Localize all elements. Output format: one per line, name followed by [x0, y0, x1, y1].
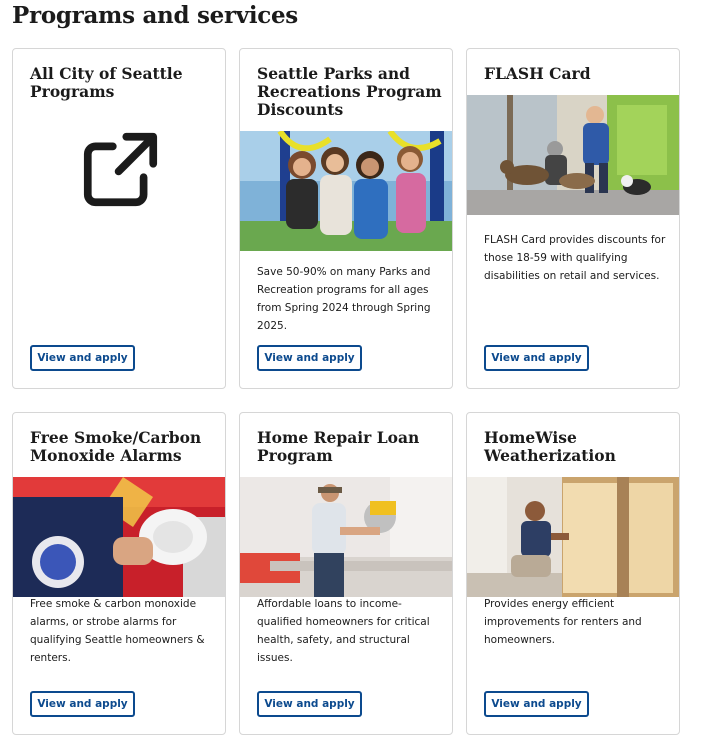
card-description: Provides energy efficient improvements f…: [484, 598, 642, 646]
view-and-apply-button[interactable]: View and apply: [484, 691, 589, 717]
view-and-apply-button[interactable]: View and apply: [30, 691, 135, 717]
card-description: Affordable loans to income-qualified hom…: [257, 598, 430, 664]
view-and-apply-button[interactable]: View and apply: [484, 345, 589, 371]
page-title: Programs and services: [12, 2, 298, 29]
firefighter-holding-alarm-photo: [13, 477, 225, 597]
external-link-icon: [83, 132, 158, 207]
card-title: HomeWise Weatherization: [484, 428, 616, 465]
card-flash-card[interactable]: FLASH Card FLASH Card provides discounts…: [466, 48, 680, 389]
view-and-apply-button[interactable]: View and apply: [30, 345, 135, 371]
card-description: Save 50-90% on many Parks and Recreation…: [257, 266, 431, 332]
man-using-saw-photo: [240, 477, 452, 597]
card-description: Free smoke & carbon monoxide alarms, or …: [30, 598, 205, 664]
card-smoke-alarms[interactable]: Free Smoke/Carbon Monoxide Alarms Free s…: [12, 412, 226, 735]
card-homewise-weatherization[interactable]: HomeWise Weatherization Provides energy …: [466, 412, 680, 735]
card-title: Free Smoke/Carbon Monoxide Alarms: [30, 428, 202, 465]
people-with-dogs-photo: [467, 95, 679, 215]
view-and-apply-button[interactable]: View and apply: [257, 691, 362, 717]
card-title: Seattle Parks and Recreations Program Di…: [257, 64, 442, 119]
card-title: All City of Seattle Programs: [30, 64, 183, 101]
card-description: FLASH Card provides discounts for those …: [484, 234, 666, 282]
view-and-apply-button[interactable]: View and apply: [257, 345, 362, 371]
children-on-playground-photo: [240, 131, 452, 251]
woman-installing-insulation-photo: [467, 477, 679, 597]
card-title: Home Repair Loan Program: [257, 428, 420, 465]
card-title: FLASH Card: [484, 64, 591, 83]
card-parks-recreation-discounts[interactable]: Seattle Parks and Recreations Program Di…: [239, 48, 453, 389]
card-all-city-programs[interactable]: All City of Seattle Programs View and ap…: [12, 48, 226, 389]
card-home-repair-loan[interactable]: Home Repair Loan Program Affordable loan…: [239, 412, 453, 735]
